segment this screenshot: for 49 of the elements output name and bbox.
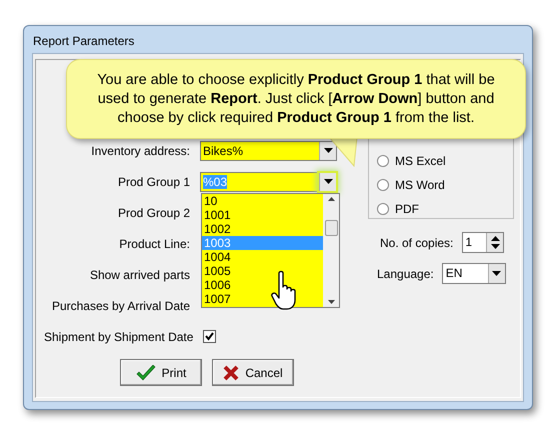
field-value: Bikes%: [203, 144, 244, 158]
scroll-thumb[interactable]: [324, 220, 338, 236]
list-item[interactable]: 1001: [202, 208, 323, 222]
dropdown-button[interactable]: [319, 142, 336, 160]
radio-option[interactable]: PDF: [377, 197, 513, 221]
callout-text: You are able to choose explicitly Product Group 1 that will be used to generate Report. Just click [Arrow Down] button and choose by click required Product Group 1 from the list.: [96, 70, 496, 128]
x-icon: [223, 364, 240, 380]
option-label: MS Excel: [395, 153, 446, 170]
spin-arrows-icon[interactable]: [486, 233, 504, 252]
list-item[interactable]: 1005: [202, 264, 323, 278]
caret-icon: [324, 148, 332, 153]
list-item[interactable]: 10: [202, 194, 323, 208]
field-value: %03: [203, 174, 228, 188]
copies-spinner[interactable]: 1: [462, 232, 504, 253]
radio-button[interactable]: [377, 179, 389, 191]
field-label: Shipment by Shipment Date: [44, 328, 194, 346]
checkmark-icon: [136, 364, 156, 380]
scroll-up-icon[interactable]: [328, 197, 334, 201]
field-label: Prod Group 2: [116, 204, 190, 222]
scroll-down-icon[interactable]: [328, 300, 334, 304]
print-button[interactable]: Print: [120, 359, 202, 386]
option-label: PDF: [395, 201, 419, 218]
list-item[interactable]: 1006: [202, 278, 323, 292]
language-combo[interactable]: EN: [442, 263, 506, 284]
option-label: MS Word: [395, 177, 445, 194]
scrollbar[interactable]: [323, 194, 339, 307]
language-label: Language:: [377, 266, 434, 282]
field-label: Prod Group 1: [116, 174, 190, 190]
radio-button[interactable]: [377, 203, 389, 215]
caret-icon: [324, 179, 332, 184]
combo-box[interactable]: Bikes%: [200, 140, 337, 160]
field-label: Show arrived parts: [88, 266, 190, 284]
field-label: Inventory address:: [90, 142, 190, 160]
dropdown-list[interactable]: 10 1001 1002 1003 1004 1005 1006 1007: [201, 193, 340, 308]
list-item[interactable]: 1004: [202, 250, 323, 264]
radio-option[interactable]: MS Excel: [377, 149, 513, 173]
radio-option[interactable]: MS Word: [377, 173, 513, 197]
copies-label: No. of copies:: [380, 234, 454, 252]
field-label: Purchases by Arrival Date: [50, 298, 190, 314]
list-item[interactable]: 1007: [202, 292, 323, 306]
window-title: Report Parameters: [32, 33, 136, 50]
dropdown-button[interactable]: [488, 264, 505, 283]
cancel-button[interactable]: Cancel: [212, 359, 294, 386]
radio-button[interactable]: [377, 155, 389, 167]
list-item[interactable]: 1002: [202, 222, 323, 236]
checkbox[interactable]: [203, 330, 216, 343]
field-label: Product Line:: [118, 236, 190, 252]
dropdown-button[interactable]: [319, 172, 336, 190]
caret-icon: [492, 271, 502, 276]
